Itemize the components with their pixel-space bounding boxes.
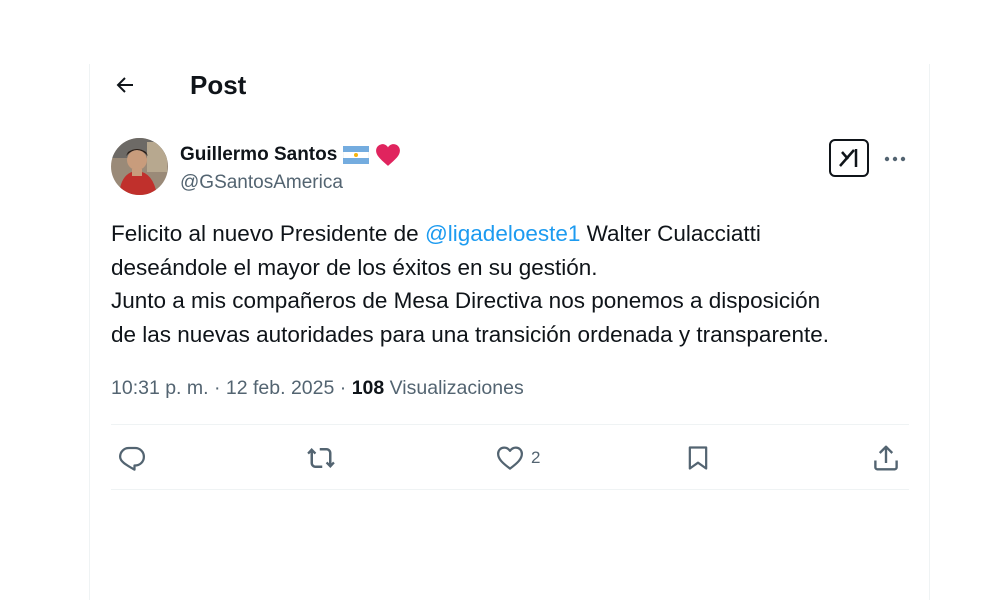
- page-title: Post: [190, 70, 247, 100]
- post-text-line-2: deseándole el mayor de los éxitos en su …: [111, 254, 598, 280]
- repost-icon: [305, 443, 337, 473]
- like-count: 2: [531, 448, 541, 467]
- meta-separator: ·: [208, 377, 226, 399]
- argentina-flag-icon: [343, 146, 370, 164]
- views-label: Visualizaciones: [389, 377, 524, 399]
- bookmark-button[interactable]: [684, 441, 718, 475]
- like-button[interactable]: 2: [495, 441, 540, 475]
- grok-button[interactable]: [829, 139, 869, 177]
- post-text-line-3: Junto a mis compañeros de Mesa Directiva…: [111, 288, 821, 313]
- share-button[interactable]: [871, 441, 907, 475]
- share-icon: [871, 443, 901, 473]
- grok-icon: [836, 146, 862, 170]
- post-meta: 10:31 p. m. · 12 feb. 2025 · 108 Visuali…: [111, 375, 524, 401]
- avatar[interactable]: [111, 138, 168, 195]
- reply-icon: [117, 443, 147, 473]
- reply-button[interactable]: [117, 441, 153, 475]
- post-text-line-4: de las nuevas autoridades para una trans…: [111, 321, 829, 347]
- divider: [111, 489, 909, 490]
- author-handle[interactable]: @GSantosAmerica: [180, 170, 343, 196]
- heart-outline-icon: [495, 443, 525, 473]
- author-display-name[interactable]: Guillermo Santos: [180, 142, 337, 168]
- meta-separator: ·: [334, 377, 352, 399]
- back-button[interactable]: [110, 70, 140, 100]
- post-time[interactable]: 10:31 p. m.: [111, 377, 209, 399]
- mention-link[interactable]: @ligadeloeste1: [425, 221, 580, 246]
- author-name-row[interactable]: Guillermo Santos: [180, 142, 401, 168]
- red-heart-icon: [375, 143, 401, 167]
- post-text: Felicito al nuevo Presidente de @ligadel…: [111, 217, 911, 351]
- post-text-part: Walter Culacciatti: [580, 221, 761, 246]
- bookmark-icon: [684, 443, 712, 473]
- more-options-button[interactable]: [881, 145, 909, 173]
- post-text-part: Felicito al nuevo Presidente de: [111, 221, 425, 246]
- divider: [111, 424, 909, 425]
- more-dots-icon: [884, 156, 906, 162]
- post-text-line-1: Felicito al nuevo Presidente de @ligadel…: [111, 217, 911, 251]
- views-count: 108: [351, 377, 385, 399]
- post-date[interactable]: 12 feb. 2025: [226, 377, 334, 399]
- arrow-left-icon: [113, 73, 137, 97]
- repost-button[interactable]: [305, 441, 343, 475]
